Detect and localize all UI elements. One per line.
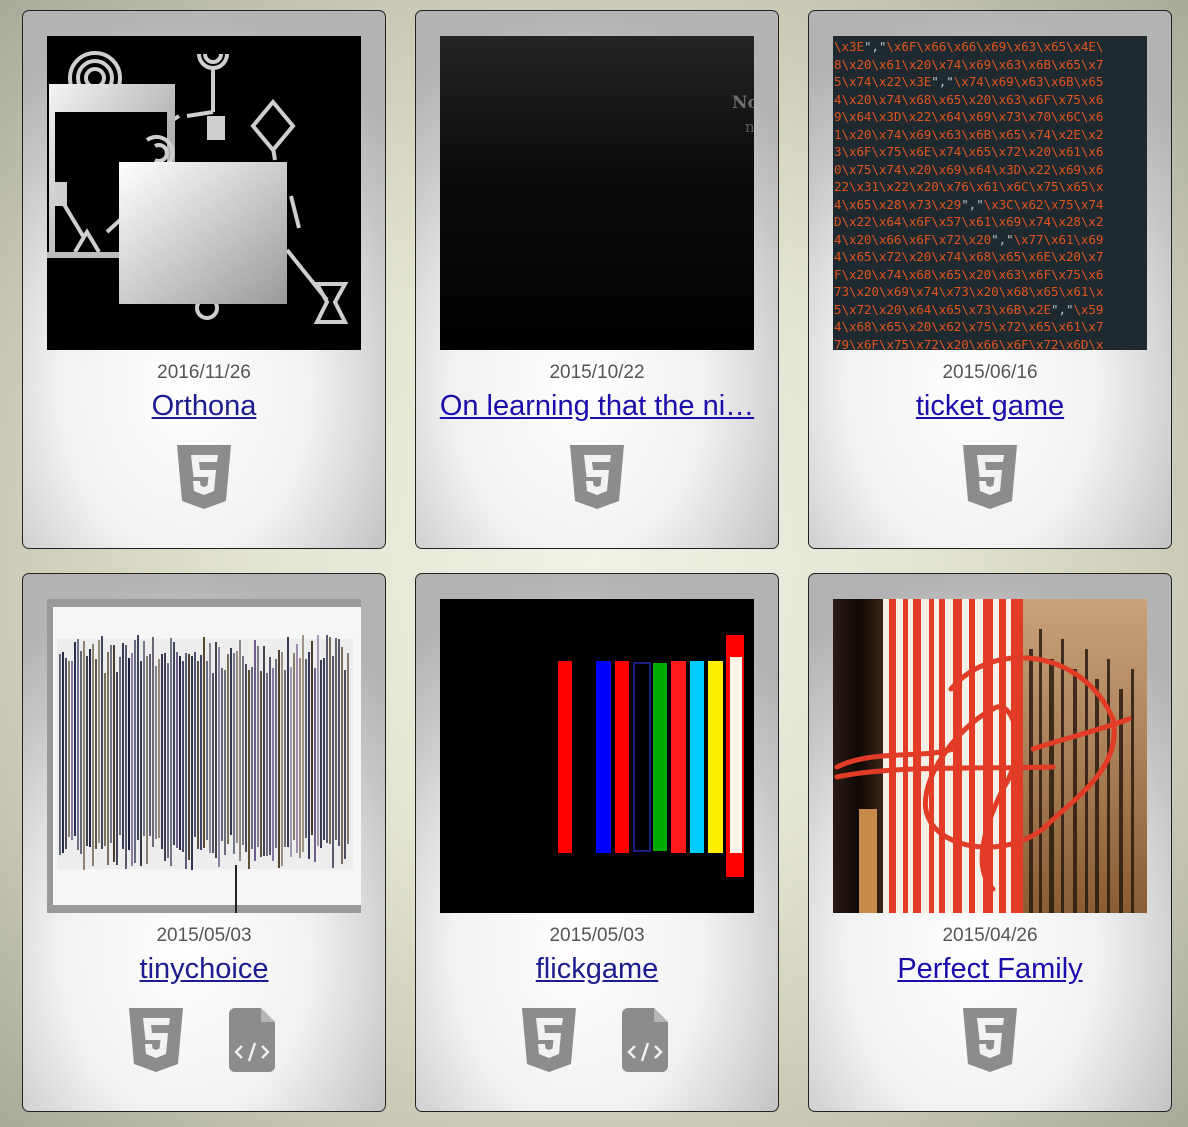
code-line: 79\x6F\x75\x72\x20\x66\x6F\x72\x6D\x xyxy=(834,336,1104,351)
code-line: 4\x65\x28\x73\x29","\x3C\x62\x75\x74 xyxy=(834,196,1104,212)
code-line: 4\x68\x65\x20\x62\x75\x72\x65\x61\x7 xyxy=(834,319,1104,334)
code-line: 5\x74\x22\x3E","\x74\x69\x63\x6B\x65 xyxy=(834,74,1104,89)
game-date: 2015/04/26 xyxy=(942,925,1038,946)
code-line: 5\x72\x20\x64\x65\x73\x6B\x2E","\x59 xyxy=(834,301,1104,317)
platform-icons xyxy=(416,445,778,509)
game-date: 2015/05/03 xyxy=(549,925,645,946)
game-thumbnail[interactable]: \x3E","\x6F\x66\x66\x69\x63\x65\x4E\ 8\x2… xyxy=(833,36,1147,350)
game-date: 2015/10/22 xyxy=(549,362,645,383)
game-thumbnail[interactable] xyxy=(47,599,361,913)
code-line: 4\x20\x66\x6F\x72\x20","\x77\x61\x69 xyxy=(834,231,1104,247)
game-date: 2015/06/16 xyxy=(942,362,1038,383)
game-title-link[interactable]: ticket game xyxy=(821,388,1159,424)
game-card-on-learning: No n 2015/10/22 On learning that the ni… xyxy=(415,10,779,549)
game-thumbnail[interactable] xyxy=(833,599,1147,913)
game-card-ticket-game: \x3E","\x6F\x66\x66\x69\x63\x65\x4E\ 8\x2… xyxy=(808,10,1172,549)
html5-icon[interactable] xyxy=(963,1008,1017,1072)
game-card-flickgame: 2015/05/03 flickgame xyxy=(415,573,779,1112)
game-card-tinychoice: 2015/05/03 tinychoice xyxy=(22,573,386,1112)
html5-icon[interactable] xyxy=(522,1008,576,1072)
platform-icons xyxy=(416,1008,778,1072)
game-date: 2016/11/26 xyxy=(157,362,251,383)
thumbnail-text: n xyxy=(745,118,754,136)
code-line: 22\x31\x22\x20\x76\x61\x6C\x75\x65\x xyxy=(834,179,1104,194)
game-grid: 2016/11/26 Orthona N n 2015/10/22 On lea… xyxy=(22,10,1172,1112)
html5-icon[interactable] xyxy=(963,445,1017,509)
thumbnail-text: No xyxy=(732,93,754,113)
game-thumbnail[interactable]: No n xyxy=(440,36,754,350)
code-line: F\x20\x74\x68\x65\x20\x63\x6F\x75\x6 xyxy=(834,266,1104,282)
source-file-icon[interactable] xyxy=(618,1008,672,1072)
game-thumbnail[interactable] xyxy=(47,36,361,350)
code-line: 1\x20\x74\x69\x63\x6B\x65\x74\x2E\x2 xyxy=(834,126,1104,142)
code-line: 3\x6F\x75\x6E\x74\x65\x72\x20\x61\x6 xyxy=(834,144,1104,159)
game-card-orthona: 2016/11/26 Orthona xyxy=(22,10,386,549)
code-line: 4\x20\x74\x68\x65\x20\x63\x6F\x75\x6 xyxy=(834,91,1104,107)
game-title-link[interactable]: On learning that the ni… xyxy=(428,388,766,424)
code-line: 8\x20\x61\x20\x74\x69\x63\x6B\x65\x7 xyxy=(834,56,1104,72)
game-date: 2015/05/03 xyxy=(156,925,252,946)
game-title-link[interactable]: Orthona xyxy=(35,388,373,424)
platform-icons xyxy=(23,445,385,509)
game-card-perfect-family: 2015/04/26 Perfect Family xyxy=(808,573,1172,1112)
game-title-link[interactable]: Perfect Family xyxy=(821,951,1159,987)
html5-icon[interactable] xyxy=(129,1008,183,1072)
platform-icons xyxy=(809,1008,1171,1072)
thumbnail-code: \x3E","\x6F\x66\x66\x69\x63\x65\x4E\ 8\x2… xyxy=(833,36,1147,350)
code-line: 4\x65\x72\x20\x74\x68\x65\x6E\x20\x7 xyxy=(834,249,1104,264)
html5-icon[interactable] xyxy=(177,445,231,509)
code-line: \x3E","\x6F\x66\x66\x69\x63\x65\x4E\ xyxy=(834,39,1104,54)
platform-icons xyxy=(23,1008,385,1072)
code-line: 9\x64\x3D\x22\x64\x69\x73\x70\x6C\x6 xyxy=(834,109,1104,124)
code-line: 0\x75\x74\x20\x69\x64\x3D\x22\x69\x6 xyxy=(834,161,1104,177)
game-thumbnail[interactable] xyxy=(440,599,754,913)
source-file-icon[interactable] xyxy=(225,1008,279,1072)
html5-icon[interactable] xyxy=(570,445,624,509)
platform-icons xyxy=(809,445,1171,509)
game-title-link[interactable]: tinychoice xyxy=(35,951,373,987)
game-title-link[interactable]: flickgame xyxy=(428,951,766,987)
code-line: D\x22\x64\x6F\x57\x61\x69\x74\x28\x2 xyxy=(834,214,1104,229)
code-line: 73\x20\x69\x74\x73\x20\x68\x65\x61\x xyxy=(834,284,1104,299)
